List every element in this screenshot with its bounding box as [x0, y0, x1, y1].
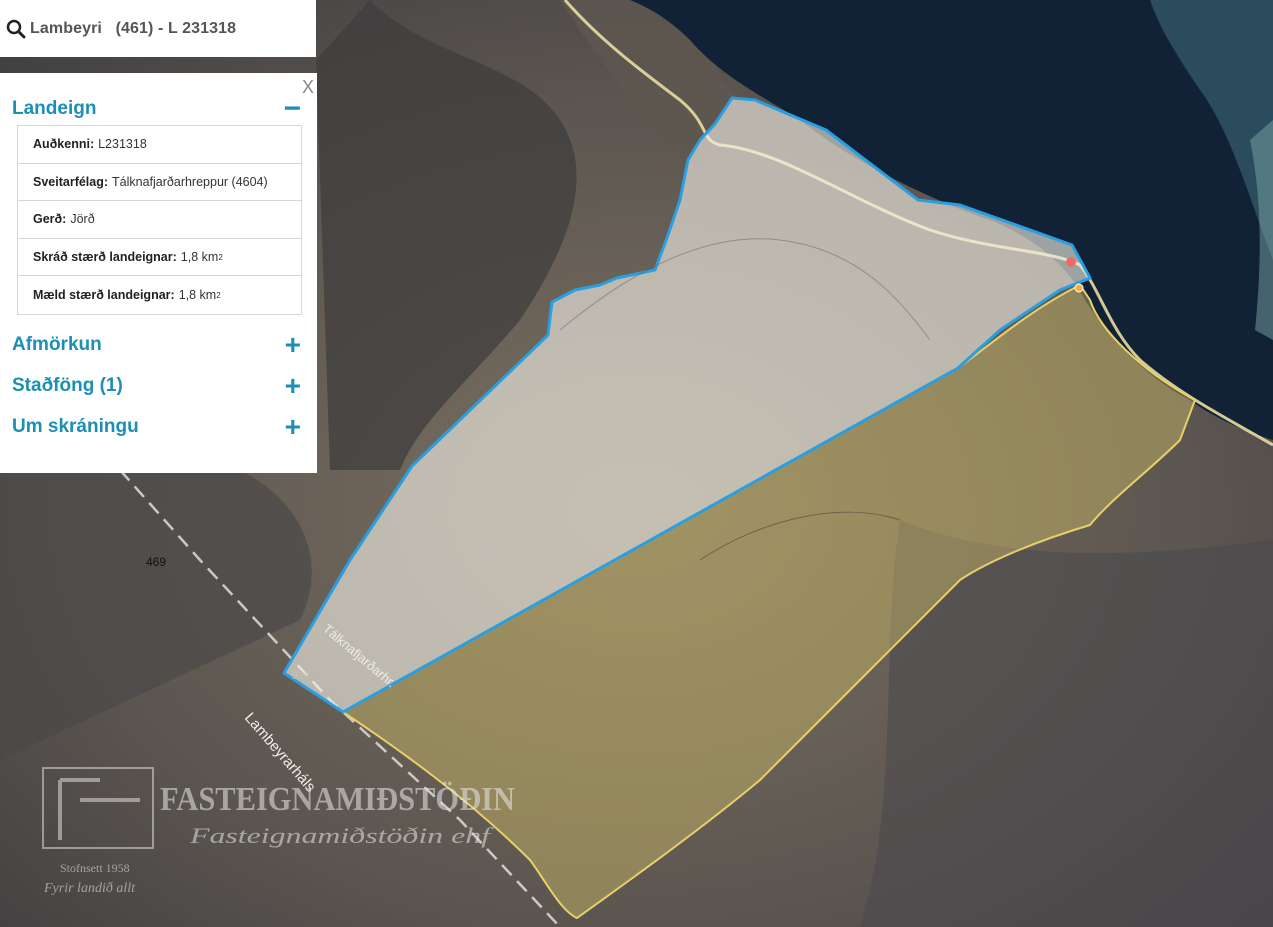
info-panel: X Landeign − Auðkenni: L231318 Sveitarfé… [0, 73, 317, 473]
elevation-label: 469 [146, 555, 166, 569]
watermark-motto: Fyrir landið allt [43, 881, 136, 896]
minus-icon[interactable]: − [283, 94, 301, 124]
elevation-label: 325 [292, 670, 310, 682]
watermark-subtitle: Fasteignamiðstöðin ehf [189, 823, 495, 848]
table-row: Skráð stærð landeignar: 1,8 km 2 [18, 239, 301, 277]
watermark-title: FASTEIGNAMIÐSTÖÐIN [160, 781, 515, 818]
section-um-skraningu[interactable]: Um skráningu + [12, 413, 301, 441]
search-bar[interactable]: Lambeyri (461) - L 231318 [0, 0, 316, 57]
search-icon[interactable] [6, 19, 26, 39]
table-row: Auðkenni: L231318 [18, 126, 301, 164]
section-title: Staðföng (1) [12, 375, 123, 396]
property-table: Auðkenni: L231318 Sveitarfélag: Tálknafj… [17, 125, 302, 315]
section-title: Landeign [12, 98, 97, 119]
table-row: Sveitarfélag: Tálknafjarðarhreppur (4604… [18, 164, 301, 202]
section-afmorkun[interactable]: Afmörkun + [12, 331, 301, 359]
property-value: 1,8 km [180, 250, 219, 265]
property-label: Auðkenni: [33, 137, 95, 152]
table-row: Gerð: Jörð [18, 201, 301, 239]
map-marker-orange[interactable] [1074, 283, 1084, 293]
unit-superscript: 2 [216, 290, 221, 300]
plus-icon[interactable]: + [285, 372, 301, 400]
property-value: L231318 [98, 137, 147, 152]
property-label: Gerð: [33, 212, 67, 227]
plus-icon[interactable]: + [285, 413, 301, 441]
property-value: Jörð [70, 212, 95, 227]
map-marker-red[interactable] [1066, 257, 1076, 267]
property-value: Tálknafjarðarhreppur (4604) [112, 174, 268, 189]
property-label: Skráð stærð landeignar: [33, 250, 177, 265]
table-row: Mæld stærð landeignar: 1,8 km 2 [18, 276, 301, 314]
property-label: Sveitarfélag: [33, 174, 109, 189]
plus-icon[interactable]: + [285, 331, 301, 359]
close-button[interactable]: X [302, 78, 314, 96]
section-title: Afmörkun [12, 334, 102, 355]
section-stadfong[interactable]: Staðföng (1) + [12, 372, 301, 400]
unit-superscript: 2 [218, 252, 223, 262]
watermark-est: Stofnsett 1958 [60, 861, 130, 875]
property-label: Mæld stærð landeignar: [33, 288, 175, 303]
section-landeign[interactable]: Landeign − [12, 94, 301, 124]
section-title: Um skráningu [12, 416, 139, 437]
search-query[interactable]: Lambeyri (461) - L 231318 [30, 20, 236, 38]
property-value: 1,8 km [178, 288, 217, 303]
